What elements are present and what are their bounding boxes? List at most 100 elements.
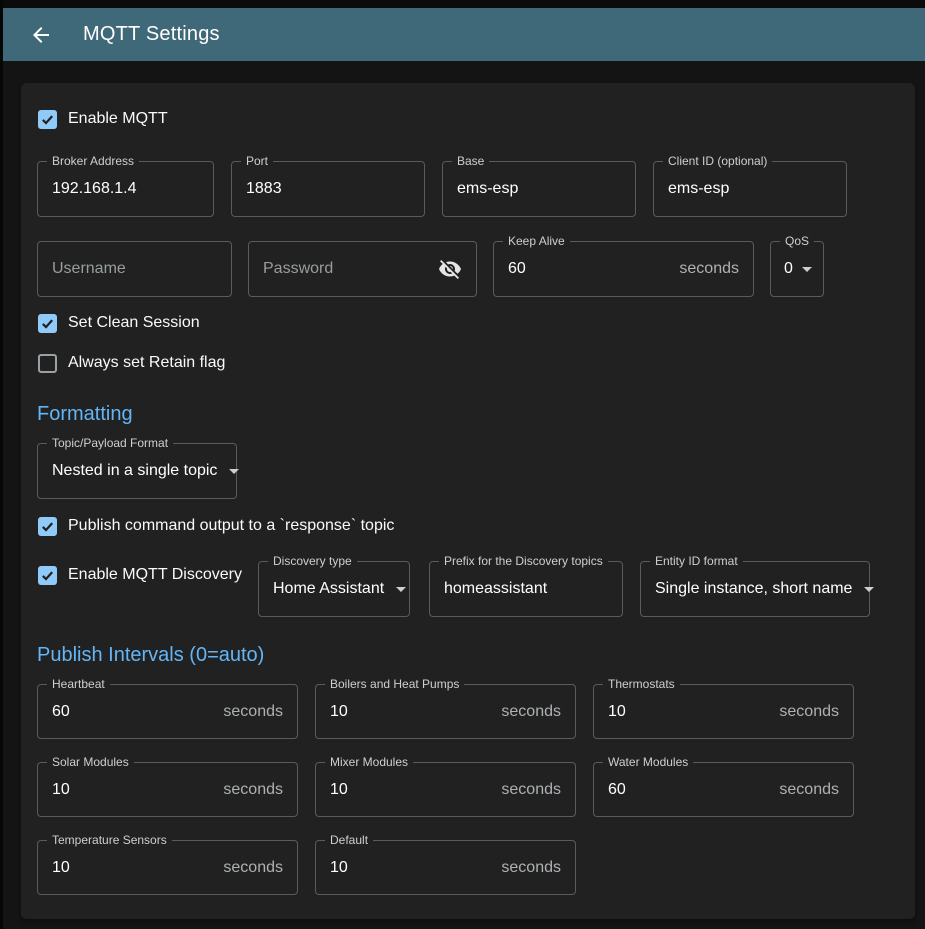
discovery-type-select[interactable]: Discovery type Home Assistant bbox=[258, 561, 410, 617]
broker-row: Broker Address 192.168.1.4 Port 1883 Bas… bbox=[37, 161, 899, 217]
heartbeat-suffix: seconds bbox=[215, 703, 283, 721]
temperature-sensors-interval-field[interactable]: Temperature Sensors 10 seconds bbox=[37, 840, 298, 895]
heartbeat-value: 60 bbox=[52, 703, 70, 721]
publish-response-row: Publish command output to a `response` t… bbox=[37, 514, 899, 538]
window-top-strip bbox=[3, 0, 925, 8]
base-field[interactable]: Base ems-esp bbox=[442, 161, 636, 217]
client-id-value: ems-esp bbox=[668, 180, 729, 198]
entity-id-format-select[interactable]: Entity ID format Single instance, short … bbox=[640, 561, 870, 617]
qos-select[interactable]: QoS 0 bbox=[770, 241, 824, 297]
retain-flag-label: Always set Retain flag bbox=[68, 354, 225, 372]
heartbeat-interval-field[interactable]: Heartbeat 60 seconds bbox=[37, 684, 298, 739]
temperature-sensors-label: Temperature Sensors bbox=[47, 832, 172, 849]
toggle-password-visibility-button[interactable] bbox=[438, 257, 462, 281]
water-label: Water Modules bbox=[603, 754, 693, 771]
password-field[interactable]: Password bbox=[248, 241, 477, 297]
solar-suffix: seconds bbox=[215, 781, 283, 799]
broker-address-label: Broker Address bbox=[47, 153, 139, 170]
base-label: Base bbox=[452, 153, 489, 170]
settings-card: Enable MQTT Broker Address 192.168.1.4 P… bbox=[21, 83, 915, 919]
app-bar: MQTT Settings bbox=[3, 8, 925, 61]
solar-value: 10 bbox=[52, 781, 70, 799]
mixer-interval-field[interactable]: Mixer Modules 10 seconds bbox=[315, 762, 576, 817]
default-interval-field[interactable]: Default 10 seconds bbox=[315, 840, 576, 895]
topic-payload-format-label: Topic/Payload Format bbox=[47, 435, 173, 452]
mixer-label: Mixer Modules bbox=[325, 754, 413, 771]
dropdown-arrow-icon bbox=[396, 587, 406, 592]
retain-flag-row: Always set Retain flag bbox=[37, 351, 899, 375]
default-value: 10 bbox=[330, 859, 348, 877]
mixer-suffix: seconds bbox=[493, 781, 561, 799]
check-icon bbox=[40, 519, 55, 534]
temperature-sensors-value: 10 bbox=[52, 859, 70, 877]
entity-id-format-label: Entity ID format bbox=[650, 553, 743, 570]
enable-mqtt-label: Enable MQTT bbox=[68, 110, 168, 128]
topic-format-row: Topic/Payload Format Nested in a single … bbox=[37, 443, 899, 499]
client-id-field[interactable]: Client ID (optional) ems-esp bbox=[653, 161, 847, 217]
enable-mqtt-row: Enable MQTT bbox=[37, 107, 899, 131]
topic-payload-format-value: Nested in a single topic bbox=[52, 462, 217, 480]
port-label: Port bbox=[241, 153, 273, 170]
publish-intervals-heading: Publish Intervals (0=auto) bbox=[37, 643, 899, 667]
publish-response-checkbox[interactable] bbox=[38, 517, 57, 536]
retain-flag-checkbox[interactable] bbox=[38, 354, 57, 373]
arrow-back-icon bbox=[29, 23, 53, 47]
username-placeholder: Username bbox=[52, 260, 126, 278]
discovery-prefix-value: homeassistant bbox=[444, 580, 547, 598]
keep-alive-suffix: seconds bbox=[671, 260, 739, 278]
water-suffix: seconds bbox=[771, 781, 839, 799]
clean-session-row: Set Clean Session bbox=[37, 311, 899, 335]
publish-response-label: Publish command output to a `response` t… bbox=[68, 517, 394, 535]
enable-discovery-label: Enable MQTT Discovery bbox=[68, 566, 242, 584]
enable-discovery-row: Enable MQTT Discovery bbox=[37, 563, 258, 587]
page-title: MQTT Settings bbox=[83, 23, 220, 46]
dropdown-arrow-icon bbox=[802, 267, 812, 272]
enable-discovery-checkbox[interactable] bbox=[38, 566, 57, 585]
solar-interval-field[interactable]: Solar Modules 10 seconds bbox=[37, 762, 298, 817]
port-value: 1883 bbox=[246, 180, 282, 198]
topic-payload-format-select[interactable]: Topic/Payload Format Nested in a single … bbox=[37, 443, 237, 499]
credentials-row: Username Password Keep Alive 60 seconds … bbox=[37, 241, 899, 297]
boilers-label: Boilers and Heat Pumps bbox=[325, 676, 464, 693]
formatting-heading: Formatting bbox=[37, 402, 899, 426]
clean-session-checkbox[interactable] bbox=[38, 314, 57, 333]
enable-mqtt-checkbox[interactable] bbox=[38, 110, 57, 129]
username-field[interactable]: Username bbox=[37, 241, 232, 297]
solar-label: Solar Modules bbox=[47, 754, 134, 771]
discovery-prefix-field[interactable]: Prefix for the Discovery topics homeassi… bbox=[429, 561, 623, 617]
client-id-label: Client ID (optional) bbox=[663, 153, 772, 170]
publish-intervals-grid: Heartbeat 60 seconds Boilers and Heat Pu… bbox=[37, 684, 899, 895]
water-interval-field[interactable]: Water Modules 60 seconds bbox=[593, 762, 854, 817]
check-icon bbox=[40, 568, 55, 583]
thermostats-suffix: seconds bbox=[771, 703, 839, 721]
default-suffix: seconds bbox=[493, 859, 561, 877]
dropdown-arrow-icon bbox=[229, 469, 239, 474]
base-value: ems-esp bbox=[457, 180, 518, 198]
boilers-interval-field[interactable]: Boilers and Heat Pumps 10 seconds bbox=[315, 684, 576, 739]
boilers-suffix: seconds bbox=[493, 703, 561, 721]
broker-address-value: 192.168.1.4 bbox=[52, 180, 137, 198]
port-field[interactable]: Port 1883 bbox=[231, 161, 425, 217]
check-icon bbox=[40, 316, 55, 331]
thermostats-value: 10 bbox=[608, 703, 626, 721]
temperature-sensors-suffix: seconds bbox=[215, 859, 283, 877]
check-icon bbox=[40, 112, 55, 127]
qos-value: 0 bbox=[784, 260, 793, 278]
clean-session-label: Set Clean Session bbox=[68, 314, 200, 332]
back-button[interactable] bbox=[21, 15, 61, 55]
boilers-value: 10 bbox=[330, 703, 348, 721]
thermostats-interval-field[interactable]: Thermostats 10 seconds bbox=[593, 684, 854, 739]
keep-alive-value: 60 bbox=[508, 260, 526, 278]
mqtt-settings-page: MQTT Settings Enable MQTT Broker Address… bbox=[0, 0, 925, 929]
default-label: Default bbox=[325, 832, 373, 849]
password-placeholder: Password bbox=[263, 260, 333, 278]
water-value: 60 bbox=[608, 781, 626, 799]
mixer-value: 10 bbox=[330, 781, 348, 799]
keep-alive-field[interactable]: Keep Alive 60 seconds bbox=[493, 241, 754, 297]
dropdown-arrow-icon bbox=[864, 587, 874, 592]
thermostats-label: Thermostats bbox=[603, 676, 680, 693]
discovery-row: Enable MQTT Discovery Discovery type Hom… bbox=[37, 552, 899, 617]
broker-address-field[interactable]: Broker Address 192.168.1.4 bbox=[37, 161, 214, 217]
heartbeat-label: Heartbeat bbox=[47, 676, 110, 693]
discovery-type-label: Discovery type bbox=[268, 553, 357, 570]
